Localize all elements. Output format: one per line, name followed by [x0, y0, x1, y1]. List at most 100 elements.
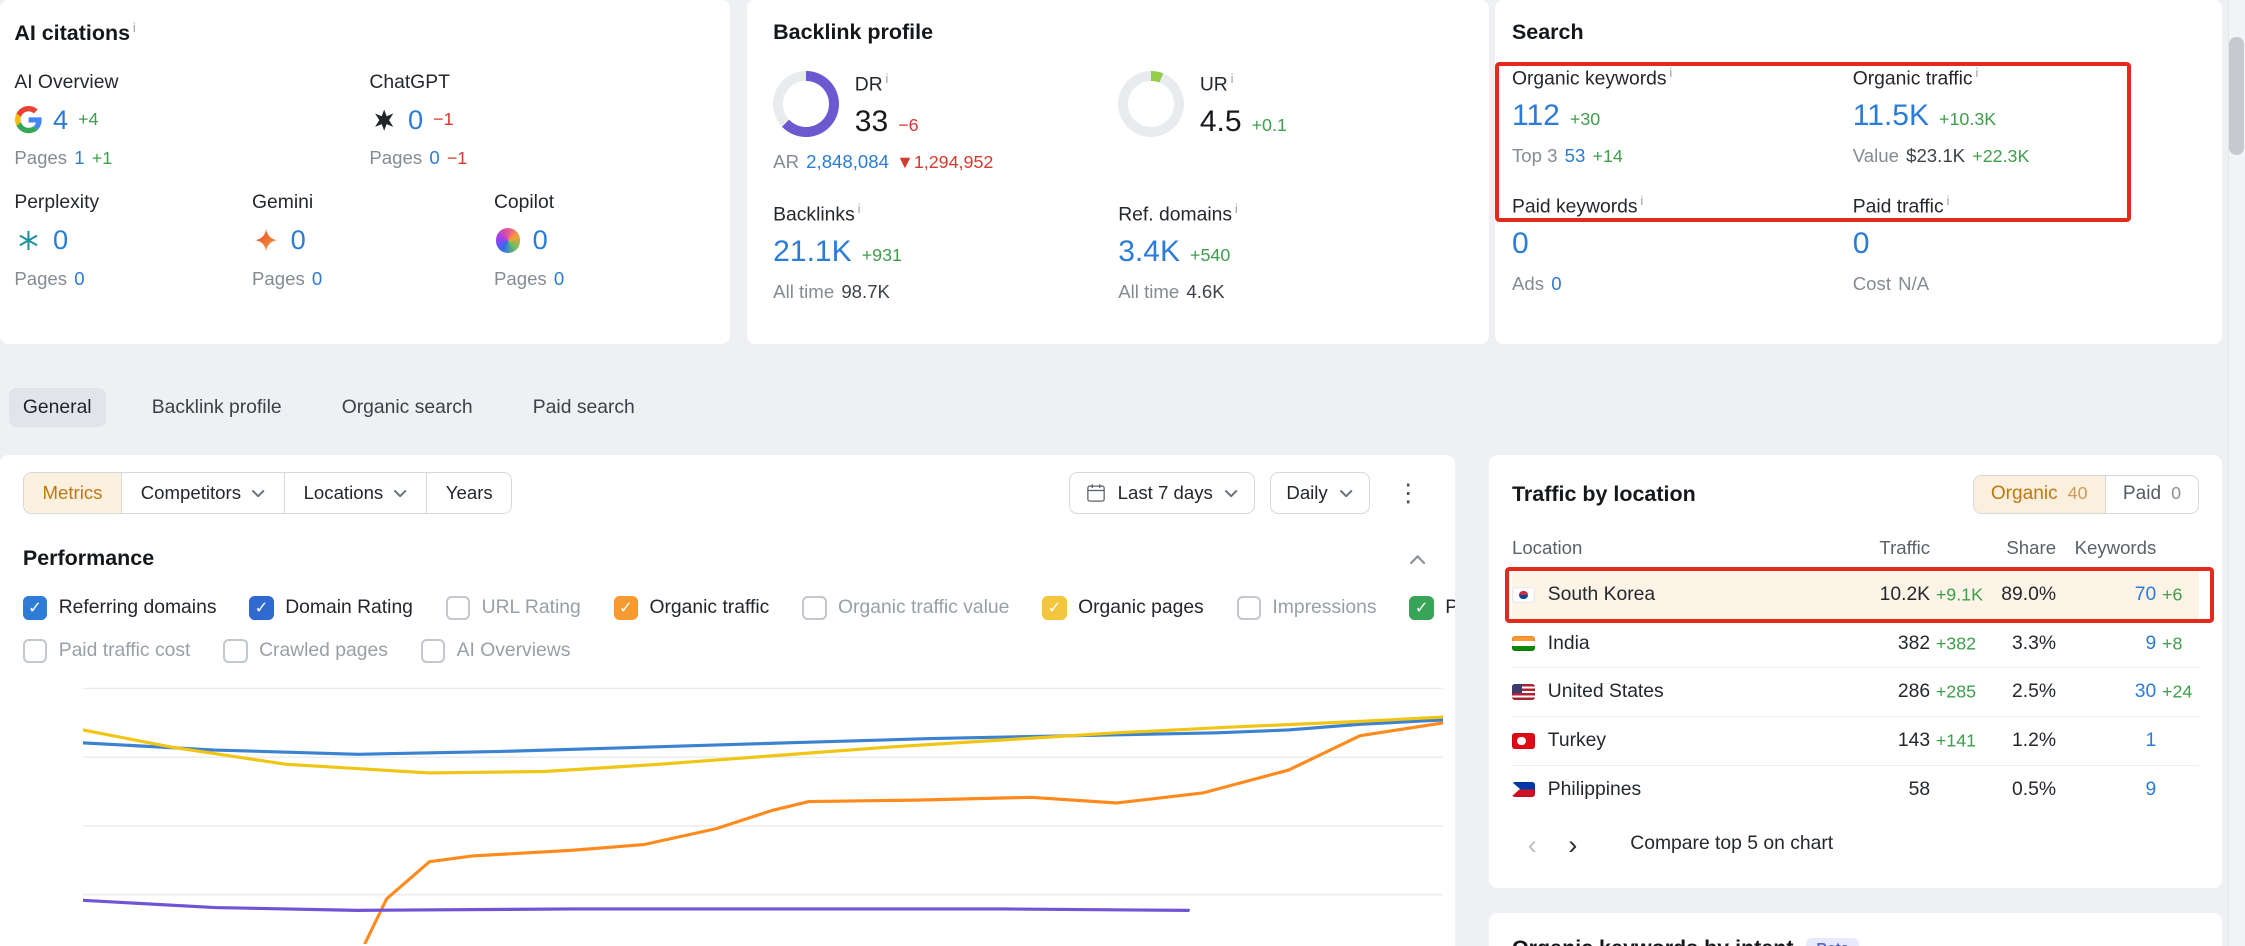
url-rating-donut: [1118, 71, 1184, 137]
cost-value: N/A: [1898, 273, 1929, 295]
location-row-united-states[interactable]: United States 286+285 2.5% 30+24: [1512, 667, 2199, 716]
metric-checkbox-impressions[interactable]: Impressions: [1237, 596, 1377, 620]
compare-top5-link[interactable]: Compare top 5 on chart: [1630, 833, 1833, 855]
more-options-button[interactable]: ⋮: [1385, 475, 1432, 511]
column-location: Location: [1512, 537, 1741, 559]
locations-button[interactable]: Locations: [285, 473, 427, 512]
granularity-button[interactable]: Daily: [1270, 472, 1371, 513]
metric-checkbox-organic-traffic-value[interactable]: Organic traffic value: [802, 596, 1009, 620]
keywords-value[interactable]: 9: [2146, 633, 2157, 654]
ai-source-name: Perplexity: [14, 192, 252, 214]
dr-delta: −6: [898, 115, 918, 136]
prev-page-button[interactable]: ‹: [1512, 828, 1553, 861]
paid-keywords-value[interactable]: 0: [1512, 227, 1529, 260]
organic-traffic-delta: +10.3K: [1939, 109, 1996, 130]
traffic-value: 143: [1898, 730, 1930, 751]
pages-label: Pages: [494, 268, 547, 290]
perplexity-pages-value[interactable]: 0: [74, 268, 84, 290]
competitors-button[interactable]: Competitors: [122, 473, 285, 512]
google-icon: [14, 106, 43, 135]
tab-organic-search[interactable]: Organic search: [327, 388, 487, 427]
chevron-down-icon: [393, 489, 407, 498]
ar-value[interactable]: 2,848,084: [806, 151, 889, 173]
info-icon: i: [1235, 201, 1238, 216]
location-name: United States: [1548, 681, 1664, 703]
tab-general[interactable]: General: [9, 388, 106, 427]
location-row-india[interactable]: India 382+382 3.3% 9+8: [1512, 619, 2199, 668]
performance-chart: [83, 677, 1443, 943]
ai-overview-citations-value[interactable]: 4: [53, 104, 68, 136]
collapse-section-icon[interactable]: [1403, 545, 1432, 573]
traffic-value-amount: $23.1K: [1906, 145, 1965, 167]
location-row-philippines[interactable]: Philippines 58 0.5% 9: [1512, 765, 2199, 814]
tab-backlink-profile[interactable]: Backlink profile: [137, 388, 296, 427]
top3-label: Top 3: [1512, 145, 1558, 167]
pages-label: Pages: [369, 147, 422, 169]
metric-checkbox-organic-traffic[interactable]: ✓Organic traffic: [614, 596, 770, 620]
pages-label: Pages: [14, 268, 67, 290]
metric-checkbox-domain-rating[interactable]: ✓Domain Rating: [249, 596, 413, 620]
search-title: Search: [1512, 20, 2205, 45]
cost-label: Cost: [1853, 273, 1891, 295]
metric-checkbox-crawled-pages[interactable]: Crawled pages: [223, 639, 388, 663]
info-icon: i: [886, 71, 889, 86]
chatgpt-pages-value[interactable]: 0: [429, 147, 439, 169]
traffic-delta: +285: [1936, 682, 1976, 703]
metric-checkbox-ai-overviews[interactable]: AI Overviews: [421, 639, 571, 663]
ai-overview-pages-value[interactable]: 1: [74, 147, 84, 169]
keywords-value[interactable]: 9: [2146, 779, 2157, 800]
info-icon: i: [133, 20, 136, 35]
metric-checkbox-paid-traffic[interactable]: ✓Paid traffic: [1409, 596, 1454, 620]
checkbox-unchecked-icon: [1237, 596, 1261, 620]
alltime-label: All time: [773, 281, 834, 303]
copilot-citations-value[interactable]: 0: [533, 224, 548, 256]
copilot-icon: [494, 226, 523, 255]
years-button[interactable]: Years: [427, 473, 511, 512]
paid-traffic-value[interactable]: 0: [1853, 227, 1870, 260]
location-row-turkey[interactable]: Turkey 143+141 1.2% 1: [1512, 716, 2199, 765]
paid-keywords-block: Paid keywordsi 0 Ads 0: [1512, 193, 1853, 295]
metric-checkbox-referring-domains[interactable]: ✓Referring domains: [23, 596, 217, 620]
top3-value[interactable]: 53: [1565, 145, 1586, 167]
column-keywords: Keywords: [2056, 537, 2156, 559]
dr-column: DRi 33 −6 AR 2,848,084 ▼1,294,952 Backli…: [773, 71, 1118, 304]
organic-traffic-value[interactable]: 11.5K: [1853, 99, 1929, 132]
organic-toggle-button[interactable]: Organic40: [1974, 476, 2105, 512]
traffic-delta: +9.1K: [1936, 584, 1983, 605]
chatgpt-citations-value[interactable]: 0: [408, 104, 423, 136]
copilot-pages-value[interactable]: 0: [554, 268, 564, 290]
backlinks-alltime-value: 98.7K: [841, 281, 890, 303]
keywords-value[interactable]: 1: [2146, 730, 2157, 751]
ads-value[interactable]: 0: [1551, 273, 1561, 295]
gemini-citations-value[interactable]: 0: [291, 224, 306, 256]
metric-checkbox-paid-traffic-cost[interactable]: Paid traffic cost: [23, 639, 190, 663]
keywords-delta: +6: [2162, 584, 2182, 605]
tab-paid-search[interactable]: Paid search: [518, 388, 649, 427]
perplexity-citations-value[interactable]: 0: [53, 224, 68, 256]
backlink-profile-title: Backlink profile: [773, 20, 1463, 45]
scrollbar-thumb[interactable]: [2229, 37, 2243, 154]
backlinks-value[interactable]: 21.1K: [773, 235, 852, 268]
location-name: India: [1548, 633, 1590, 655]
traffic-type-toggle: Organic40 Paid0: [1973, 475, 2200, 513]
location-row-south-korea[interactable]: South Korea 10.2K+9.1K 89.0% 70+6: [1512, 570, 2199, 619]
keywords-value[interactable]: 30: [2135, 681, 2156, 702]
metric-checkbox-organic-pages[interactable]: ✓Organic pages: [1042, 596, 1203, 620]
gemini-icon: [252, 226, 281, 255]
domain-rating-donut: [773, 71, 839, 137]
next-page-button[interactable]: ›: [1553, 828, 1594, 861]
organic-keywords-value[interactable]: 112: [1512, 99, 1560, 132]
date-range-button[interactable]: Last 7 days: [1069, 472, 1255, 513]
ai-source-name: ChatGPT: [369, 72, 467, 94]
paid-toggle-button[interactable]: Paid0: [2105, 476, 2199, 512]
metric-checkbox-url-rating[interactable]: URL Rating: [446, 596, 581, 620]
ai-source-name: Gemini: [252, 192, 494, 214]
gemini-pages-value[interactable]: 0: [312, 268, 322, 290]
ai-source-perplexity: Perplexity 0 Pages 0: [14, 192, 252, 289]
share-value: 0.5%: [1930, 779, 2056, 801]
ref-domains-value[interactable]: 3.4K: [1118, 235, 1180, 268]
keywords-value[interactable]: 70: [2135, 584, 2156, 605]
metrics-button[interactable]: Metrics: [24, 473, 122, 512]
performance-card: Metrics Competitors Locations Years Last…: [0, 455, 1455, 946]
alltime-label: All time: [1118, 281, 1179, 303]
